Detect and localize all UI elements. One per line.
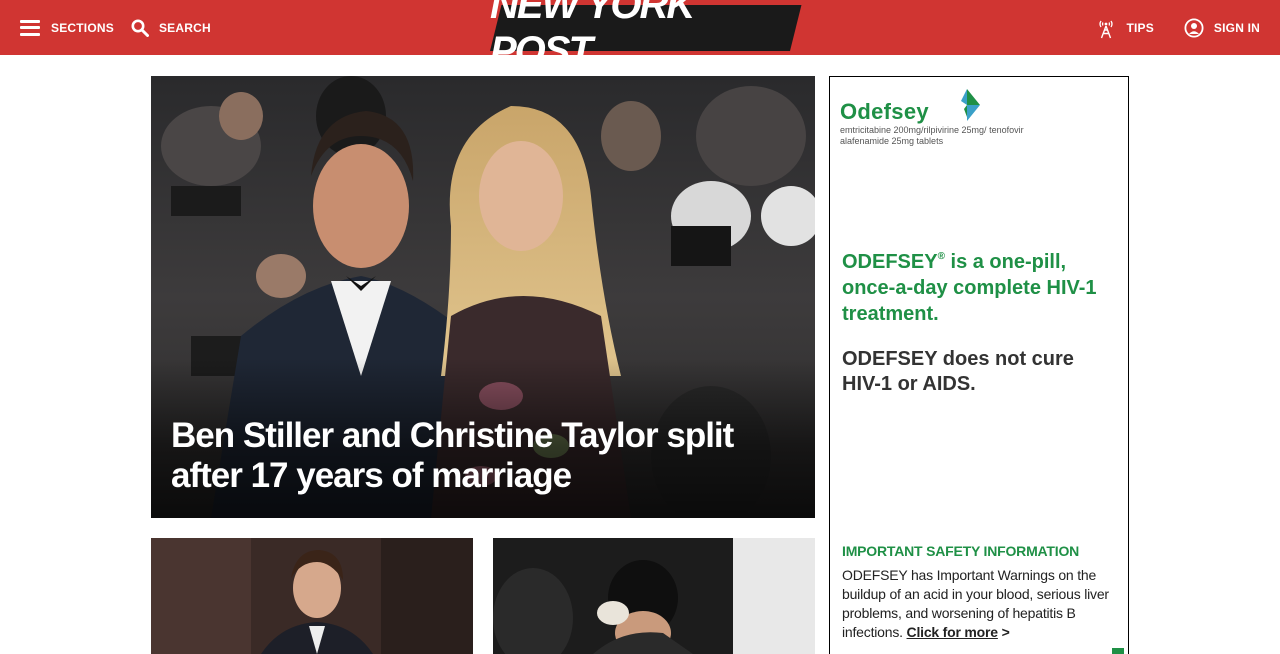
tips-button[interactable]: TIPS	[1097, 17, 1154, 39]
ad-cure-statement: ODEFSEY does not cure HIV-1 or AIDS.	[842, 348, 1074, 395]
hamburger-menu-icon	[20, 19, 40, 36]
sections-label: SECTIONS	[51, 20, 114, 35]
logo-text: NEW YORK POST	[490, 0, 695, 73]
hero-story[interactable]: Ben Stiller and Christine Taylor split a…	[151, 76, 815, 518]
story-thumb-right[interactable]	[493, 538, 815, 654]
signin-label: SIGN IN	[1213, 20, 1260, 35]
registered-mark: ®	[937, 251, 945, 262]
diamond-logo-icon	[961, 89, 980, 121]
ad-safety-title: IMPORTANT SAFETY INFORMATION	[842, 543, 1080, 559]
signin-button[interactable]: SIGN IN	[1154, 17, 1260, 38]
ad-safety-body: ODEFSEY has Important Warnings on the bu…	[842, 566, 1114, 642]
search-icon	[131, 19, 149, 37]
hero-headline[interactable]: Ben Stiller and Christine Taylor split a…	[171, 416, 801, 496]
advertisement[interactable]: Odefsey emtricitabine 200mg/rilpivirine …	[829, 76, 1129, 654]
ad-brand-name: Odefsey	[840, 99, 929, 124]
tips-label: TIPS	[1126, 20, 1154, 35]
search-label: SEARCH	[158, 20, 211, 35]
ad-choices-icon[interactable]	[1112, 648, 1124, 654]
photo-person-head-down-icon	[493, 538, 815, 654]
search-button[interactable]: SEARCH	[114, 19, 211, 37]
site-header: SECTIONS SEARCH NEW YORK POST TIPS SIGN …	[0, 0, 1280, 73]
photo-man-suit-icon	[151, 538, 473, 654]
user-account-icon	[1184, 17, 1204, 38]
site-logo[interactable]: NEW YORK POST	[490, 0, 802, 73]
ad-claim-brand: ODEFSEY	[842, 251, 938, 273]
header-right-nav: TIPS SIGN IN	[1097, 0, 1260, 55]
ad-generic-name: emtricitabine 200mg/rilpivirine 25mg/ te…	[840, 125, 1024, 146]
click-for-more-link[interactable]: Click for more	[907, 624, 999, 640]
ad-link-arrow: >	[997, 624, 1010, 640]
header-left-nav: SECTIONS SEARCH	[20, 0, 211, 55]
broadcast-tower-icon	[1099, 20, 1114, 38]
sections-button[interactable]: SECTIONS	[20, 19, 114, 36]
story-thumb-left[interactable]	[151, 538, 473, 654]
ad-claim: ODEFSEY® is a one-pill, once-a-day compl…	[842, 249, 1112, 327]
